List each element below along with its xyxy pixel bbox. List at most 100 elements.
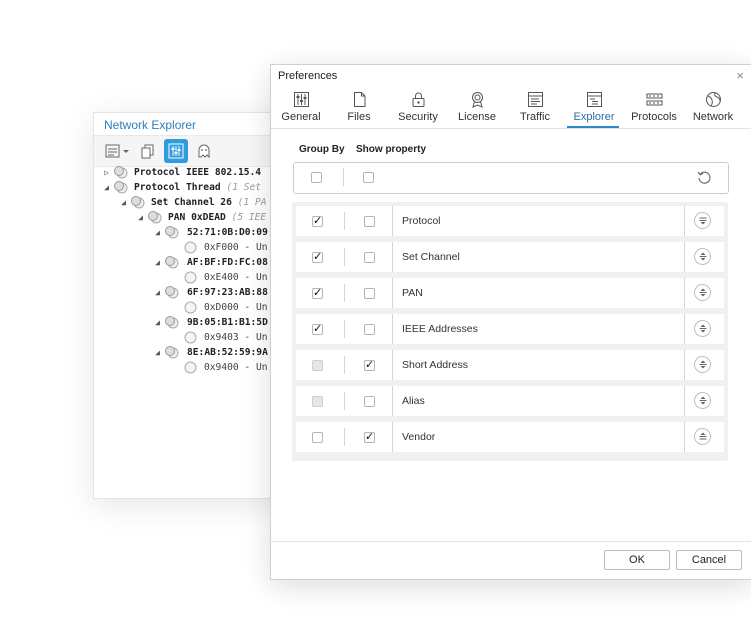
sort-order-button[interactable] — [694, 320, 711, 337]
show-property-checkbox[interactable] — [364, 216, 375, 227]
copy-icon[interactable] — [136, 139, 160, 163]
protocol-node-icon — [114, 166, 128, 179]
tab-files[interactable]: Files — [331, 91, 387, 127]
show-property-checkbox[interactable]: ✓ — [364, 360, 375, 371]
divider — [392, 278, 393, 308]
tree-node-label: 6F:97:23:AB:88 — [187, 287, 268, 298]
explorer-settings-icon[interactable] — [164, 139, 188, 163]
collapse-icon[interactable]: ◢ — [119, 195, 128, 210]
property-name: Protocol — [402, 215, 441, 227]
collapse-icon[interactable]: ◢ — [153, 255, 162, 270]
property-row[interactable]: ✓ Vendor — [296, 422, 724, 452]
collapse-icon[interactable]: ◢ — [153, 315, 162, 330]
sort-icon — [699, 432, 706, 440]
tree-node-meta: (5 IEE — [231, 212, 267, 223]
close-icon[interactable]: × — [736, 68, 744, 83]
divider — [392, 242, 393, 272]
reset-icon[interactable] — [697, 170, 712, 185]
group-by-checkbox — [312, 396, 323, 407]
preferences-tabs: General Files Security License Traffic E… — [271, 91, 751, 127]
divider — [392, 386, 393, 416]
tree-node-label: PAN 0xDEAD — [168, 212, 226, 223]
collapse-icon[interactable]: ◢ — [153, 225, 162, 240]
file-icon — [353, 92, 365, 107]
ok-button[interactable]: OK — [604, 550, 670, 570]
group-by-checkbox[interactable]: ✓ — [312, 252, 323, 263]
tab-general[interactable]: General — [273, 91, 329, 127]
collapse-icon[interactable]: ◢ — [153, 285, 162, 300]
divider — [344, 392, 345, 410]
expand-icon[interactable]: ▷ — [102, 165, 111, 180]
group-by-all-checkbox[interactable] — [311, 172, 322, 183]
group-by-checkbox[interactable]: ✓ — [312, 288, 323, 299]
property-row[interactable]: Alias — [296, 386, 724, 416]
property-row[interactable]: ✓ IEEE Addresses — [296, 314, 724, 344]
sort-order-button[interactable] — [694, 392, 711, 409]
show-property-checkbox[interactable]: ✓ — [364, 432, 375, 443]
sort-icon — [699, 217, 706, 225]
sort-order-button[interactable] — [694, 248, 711, 265]
footer-divider — [271, 541, 751, 542]
tree-node-label: 9B:05:B1:B1:5D — [187, 317, 268, 328]
divider — [684, 350, 685, 380]
tree-node-value: 0xD000 - Un — [204, 302, 268, 313]
property-name: Short Address — [402, 359, 468, 371]
device-node-icon — [165, 226, 179, 239]
show-property-checkbox[interactable] — [364, 288, 375, 299]
property-name: Set Channel — [402, 251, 460, 263]
cancel-button[interactable]: Cancel — [676, 550, 742, 570]
tab-security[interactable]: Security — [389, 91, 447, 127]
divider — [392, 206, 393, 236]
group-by-checkbox[interactable]: ✓ — [312, 324, 323, 335]
properties-list: ✓ Protocol ✓ Set Channel ✓ PAN ✓ IEEE Addresses… — [292, 202, 728, 461]
group-by-checkbox — [312, 360, 323, 371]
divider — [684, 278, 685, 308]
property-row[interactable]: ✓ PAN — [296, 278, 724, 308]
property-row[interactable]: ✓ Short Address — [296, 350, 724, 380]
tab-label: General — [281, 111, 321, 123]
lock-icon — [412, 92, 424, 107]
divider — [684, 422, 685, 452]
tree-node-label: 52:71:0B:D0:09 — [187, 227, 268, 238]
show-property-checkbox[interactable] — [364, 396, 375, 407]
tree-node-label: Set Channel 26 — [151, 197, 232, 208]
divider — [684, 242, 685, 272]
property-name: Alias — [402, 395, 425, 407]
sort-order-button[interactable] — [694, 212, 711, 229]
traffic-icon — [527, 92, 543, 107]
divider — [392, 422, 393, 452]
property-row[interactable]: ✓ Set Channel — [296, 242, 724, 272]
dialog-title: Preferences — [278, 70, 338, 82]
sort-order-button[interactable] — [694, 356, 711, 373]
tab-protocols[interactable]: Protocols — [625, 91, 683, 127]
address-node-icon — [184, 241, 197, 254]
tree-node-label: AF:BF:FD:FC:08 — [187, 257, 268, 268]
collapse-icon[interactable]: ◢ — [136, 210, 145, 225]
sort-order-button[interactable] — [694, 428, 711, 445]
address-node-icon — [184, 361, 197, 374]
sort-icon — [699, 324, 706, 333]
tab-label: Files — [347, 111, 371, 123]
property-row[interactable]: ✓ Protocol — [296, 206, 724, 236]
sort-order-button[interactable] — [694, 284, 711, 301]
show-property-checkbox[interactable] — [364, 252, 375, 263]
tree-node-label: 8E:AB:52:59:9A — [187, 347, 268, 358]
pan-node-icon — [148, 211, 162, 224]
view-menu-icon[interactable] — [104, 139, 132, 163]
ghost-icon[interactable] — [192, 139, 216, 163]
group-by-checkbox[interactable]: ✓ — [312, 216, 323, 227]
tab-traffic[interactable]: Traffic — [507, 91, 563, 127]
tab-license[interactable]: License — [449, 91, 505, 127]
address-node-icon — [184, 331, 197, 344]
show-property-checkbox[interactable] — [364, 324, 375, 335]
show-all-checkbox[interactable] — [363, 172, 374, 183]
sliders-icon — [293, 92, 309, 107]
group-by-checkbox[interactable] — [312, 432, 323, 443]
tree-node-value: 0xE400 - Un — [204, 272, 268, 283]
globe-icon — [705, 92, 721, 107]
tab-explorer[interactable]: Explorer — [565, 91, 623, 127]
device-node-icon — [165, 286, 179, 299]
collapse-icon[interactable]: ◢ — [102, 180, 111, 195]
tab-network[interactable]: Network — [685, 91, 741, 127]
collapse-icon[interactable]: ◢ — [153, 345, 162, 360]
